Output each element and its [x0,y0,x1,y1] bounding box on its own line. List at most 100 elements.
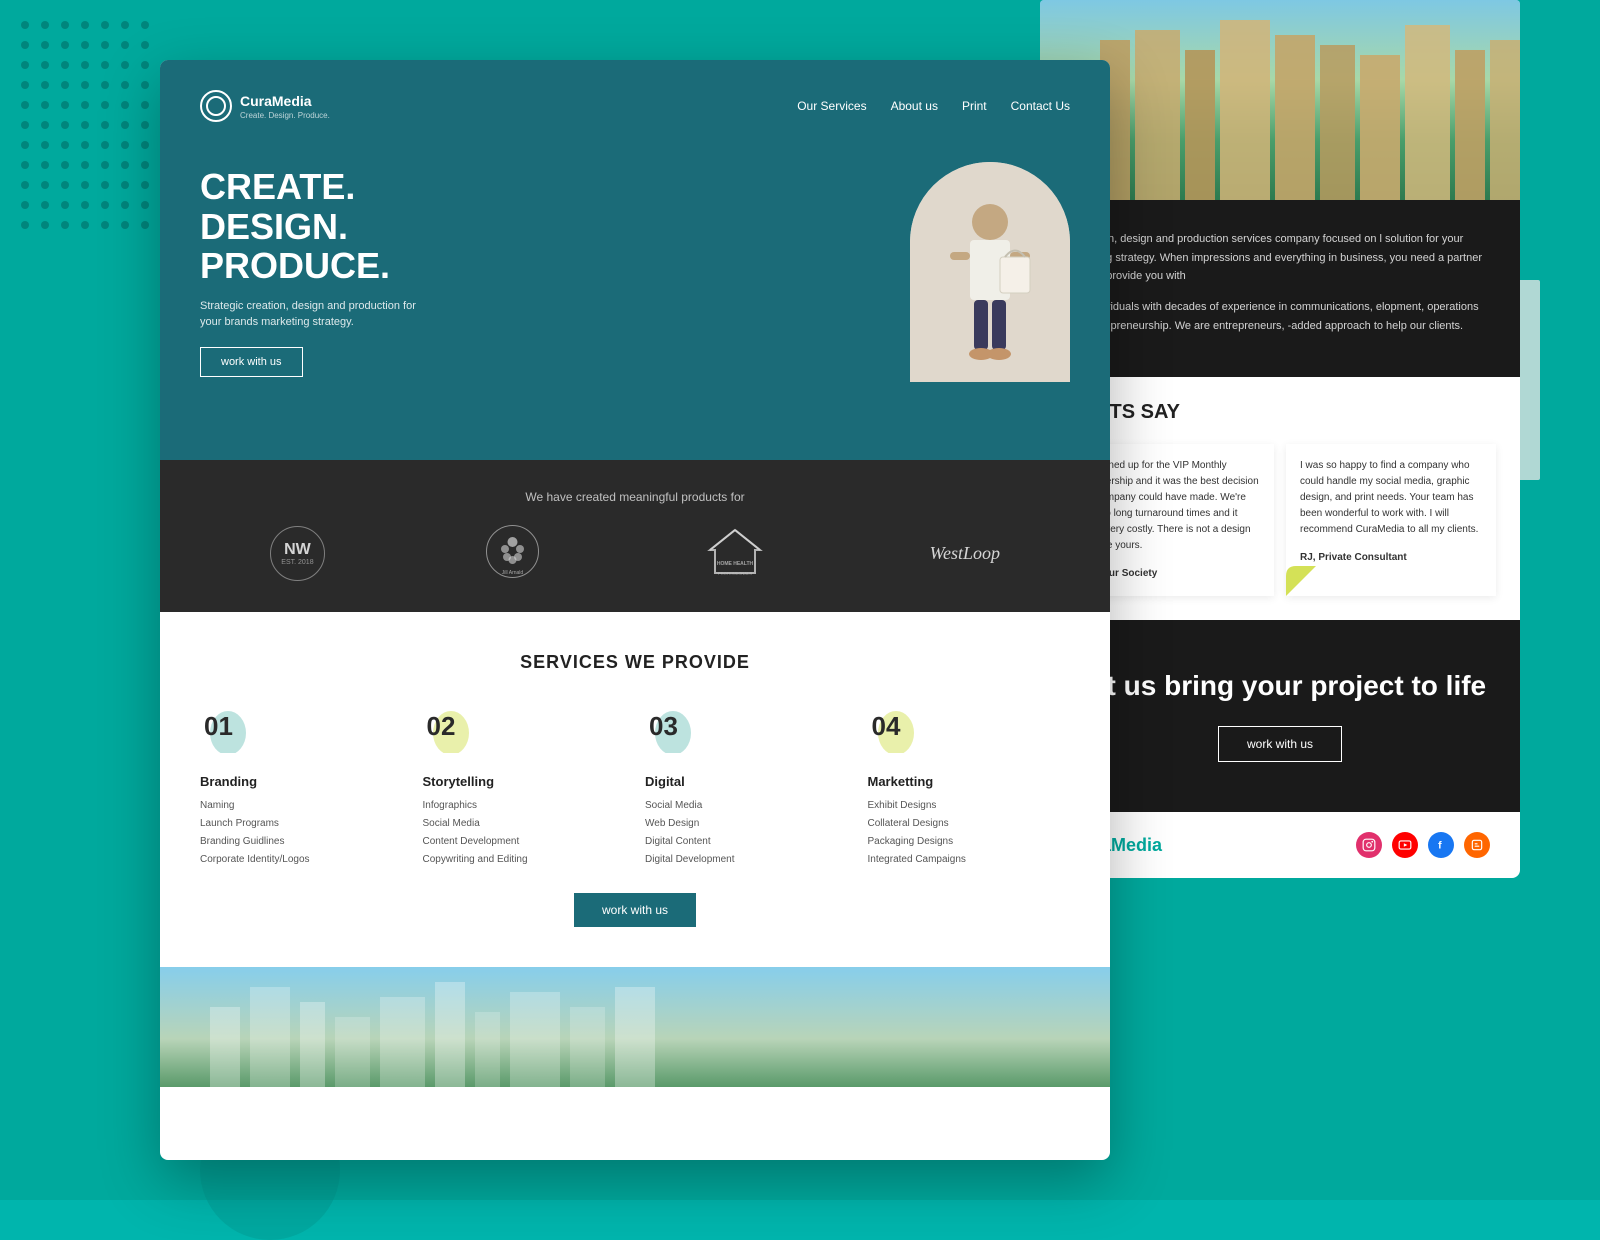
testimonial-text-2: I was so happy to find a company who cou… [1300,458,1482,538]
blogger-svg [1470,838,1484,852]
logo-circle-inner [206,96,226,116]
nw-logo-text: NW [284,541,311,559]
nav-services[interactable]: Our Services [797,99,866,113]
testimonial-card-2: I was so happy to find a company who cou… [1286,444,1496,596]
nav-contact[interactable]: Contact Us [1011,99,1070,113]
rp-cta-section: Let us bring your project to life work w… [1040,620,1520,812]
logo-tagline-nav: Create. Design. Produce. [240,111,330,120]
service-digital-name: Digital [645,774,848,789]
westloop-text: WestLoop [930,543,1000,563]
svg-text:f: f [1438,840,1442,852]
logo-icon [200,90,232,122]
testimonial-author-2: RJ, Private Consultant [1300,550,1482,566]
service-marketing-list: Exhibit Designs Collateral Designs Packa… [868,797,1071,869]
list-item: Collateral Designs [868,815,1071,833]
nav-print[interactable]: Print [962,99,987,113]
client-homehealth-logo: HOME HEALTH PROFESSIONALS [700,525,770,582]
clients-bar: We have created meaningful products for … [160,460,1110,612]
logo-area: CuraMedia Create. Design. Produce. [200,90,330,122]
svg-text:Jill Arnald: Jill Arnald [502,570,524,576]
list-item: Exhibit Designs [868,797,1071,815]
service-storytelling: 02 Storytelling Infographics Social Medi… [423,703,626,869]
list-item: Digital Development [645,851,848,869]
list-item: Naming [200,797,403,815]
rp-footer: CuraMedia f [1040,812,1520,878]
cta-button[interactable]: work with us [1218,726,1342,762]
clients-intro-text: We have created meaningful products for [200,490,1070,504]
city-skyline-bottom [160,967,1110,1087]
hero-text: CREATE. DESIGN. PRODUCE. Strategic creat… [200,167,420,377]
list-item: Corporate Identity/Logos [200,851,403,869]
client-jill-logo: Jill Arnald [485,524,540,582]
testimonial-cards: We signed up for the VIP Monthly Members… [1064,444,1496,596]
facebook-svg: f [1434,838,1448,852]
jill-logo-svg: Jill Arnald [485,524,540,579]
youtube-icon[interactable] [1392,832,1418,858]
rp-testimonials-section: LIENTS SAY We signed up for the VIP Mont… [1040,377,1520,620]
hero-image-arch [910,162,1070,382]
service-01-number: 01 [204,711,233,742]
navigation-bar: CuraMedia Create. Design. Produce. Our S… [200,80,1070,142]
rp-about-section: ic creation, design and production servi… [1040,200,1520,377]
services-grid: 01 Branding Naming Launch Programs Brand… [200,703,1070,869]
rp-city-svg [1040,0,1520,200]
hero-person-svg [910,162,1070,382]
logo-name: CuraMedia [240,93,312,109]
bottom-city-image [160,967,1110,1087]
rp-about-text1: ic creation, design and production servi… [1064,230,1496,286]
service-storytelling-name: Storytelling [423,774,626,789]
blogger-icon[interactable] [1464,832,1490,858]
nav-links: Our Services About us Print Contact Us [797,99,1070,113]
browser-window: CuraMedia Create. Design. Produce. Our S… [160,60,1110,1160]
services-title: SERVICES WE PROVIDE [200,652,1070,673]
service-marketing-name: Marketting [868,774,1071,789]
service-branding-list: Naming Launch Programs Branding Guidline… [200,797,403,869]
rp-city-image [1040,0,1520,200]
headline-line3: PRODUCE. [200,245,390,286]
list-item: Launch Programs [200,815,403,833]
hero-cta-button[interactable]: work with us [200,347,303,377]
list-item: Branding Guidlines [200,833,403,851]
youtube-svg [1398,838,1412,852]
list-item: Integrated Campaigns [868,851,1071,869]
service-marketing: 04 Marketting Exhibit Designs Collateral… [868,703,1071,869]
headline-line2: DESIGN. [200,206,348,247]
service-branding-name: Branding [200,774,403,789]
list-item: Digital Content [645,833,848,851]
list-item: Social Media [423,815,626,833]
facebook-icon[interactable]: f [1428,832,1454,858]
svg-text:HOME HEALTH: HOME HEALTH [717,561,754,567]
service-digital: 03 Digital Social Media Web Design Digit… [645,703,848,869]
right-panel: ic creation, design and production servi… [1040,0,1520,878]
client-westloop-logo: WestLoop [930,543,1000,564]
instagram-icon[interactable] [1356,832,1382,858]
social-icons: f [1356,832,1490,858]
hero-content: CREATE. DESIGN. PRODUCE. Strategic creat… [200,162,1070,382]
hero-headline: CREATE. DESIGN. PRODUCE. [200,167,420,286]
nav-about[interactable]: About us [891,99,938,113]
instagram-svg [1362,838,1376,852]
hero-section: CuraMedia Create. Design. Produce. Our S… [160,60,1110,460]
nw-logo-sub: EST. 2018 [281,559,313,566]
svg-text:PROFESSIONALS: PROFESSIONALS [718,571,752,576]
homehealth-svg: HOME HEALTH PROFESSIONALS [700,525,770,580]
service-03-number: 03 [649,711,678,742]
cta-heading: Let us bring your project to life [1070,670,1490,702]
test-card-accent-2 [1286,566,1316,596]
testimonials-heading: LIENTS SAY [1064,401,1496,424]
list-item: Copywriting and Editing [423,851,626,869]
list-item: Packaging Designs [868,833,1071,851]
service-04-number: 04 [872,711,901,742]
list-item: Web Design [645,815,848,833]
headline-line1: CREATE. [200,166,355,207]
list-item: Infographics [423,797,626,815]
services-section: SERVICES WE PROVIDE 01 Branding Naming L… [160,612,1110,967]
rp-about-text2: d by individuals with decades of experie… [1064,298,1496,335]
list-item: Social Media [645,797,848,815]
services-cta-button[interactable]: work with us [574,893,696,927]
service-digital-list: Social Media Web Design Digital Content … [645,797,848,869]
service-branding: 01 Branding Naming Launch Programs Brand… [200,703,403,869]
client-nw-logo: NW EST. 2018 [270,526,325,581]
service-02-number: 02 [427,711,456,742]
services-cta-container: work with us [200,893,1070,927]
